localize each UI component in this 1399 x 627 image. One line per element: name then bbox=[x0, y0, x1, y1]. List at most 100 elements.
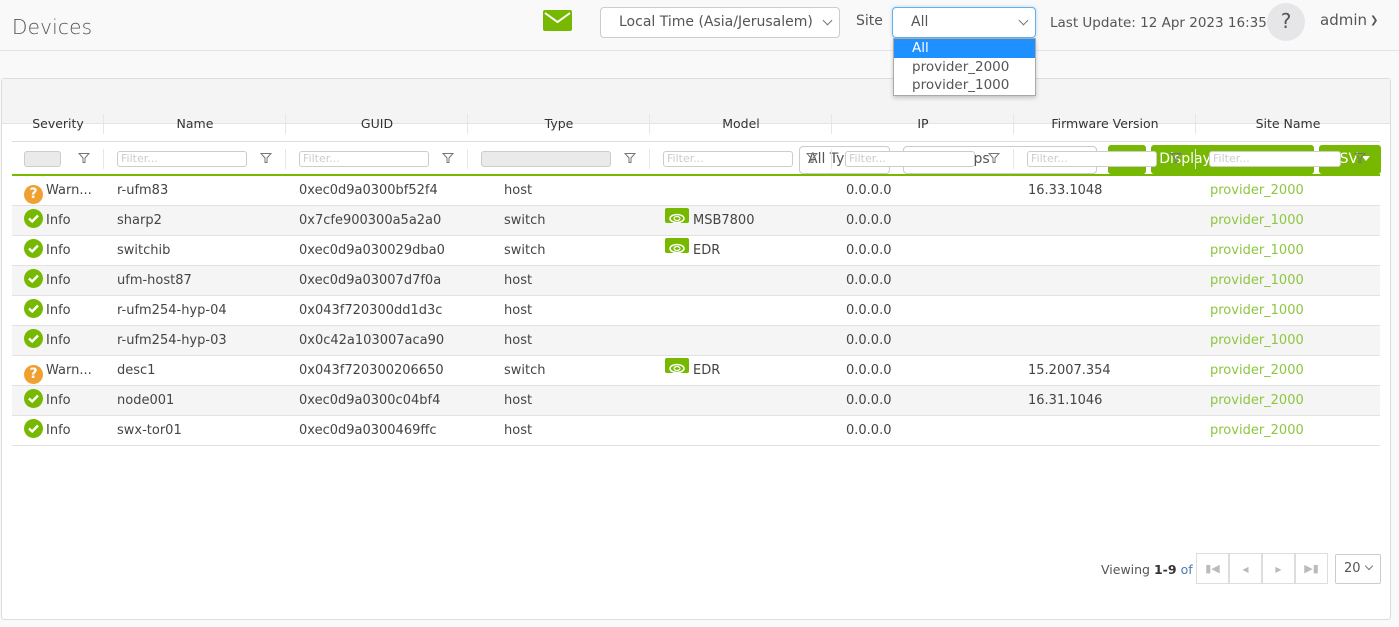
timezone-select[interactable]: Local Time (Asia/Jerusalem) bbox=[600, 7, 840, 38]
site-option[interactable]: All bbox=[894, 39, 1035, 58]
filter-input-guid[interactable]: Filter... bbox=[299, 151, 429, 167]
site-option[interactable]: provider_1000 bbox=[894, 76, 1035, 95]
first-page-button[interactable]: ▮◀ bbox=[1196, 553, 1229, 584]
column-header-type[interactable]: Type bbox=[468, 108, 650, 141]
last-update-text: Last Update: 12 Apr 2023 16:35 bbox=[1050, 15, 1267, 31]
site-label: Site bbox=[856, 13, 883, 29]
cell-severity: Info bbox=[24, 386, 71, 415]
filter-cell-type bbox=[468, 142, 650, 174]
cell-ip: 0.0.0.0 bbox=[846, 243, 892, 258]
column-header-label: Type bbox=[544, 116, 574, 131]
cell-severity: Info bbox=[24, 206, 71, 235]
filter-input-name[interactable]: Filter... bbox=[117, 151, 247, 167]
devices-table: Severity Name GUID Type Model IP Firmware Vers… bbox=[12, 108, 1380, 446]
filter-input-model[interactable]: Filter... bbox=[663, 151, 793, 167]
cell-guid: 0xec0d9a030029dba0 bbox=[299, 243, 445, 258]
column-header-site[interactable]: Site Name bbox=[1196, 108, 1380, 141]
column-header-model[interactable]: Model bbox=[650, 108, 832, 141]
last-page-icon: ▶▮ bbox=[1304, 562, 1319, 575]
filter-input-type[interactable] bbox=[481, 151, 611, 167]
cell-site[interactable]: provider_2000 bbox=[1210, 416, 1304, 445]
table-row[interactable]: Info switchib 0xec0d9a030029dba0 switch EDR 0… bbox=[12, 236, 1380, 266]
cell-site[interactable]: provider_1000 bbox=[1210, 266, 1304, 295]
cell-type: switch bbox=[504, 243, 546, 258]
table-row[interactable]: Info ufm-host87 0xec0d9a03007d7f0a host 0.0.… bbox=[12, 266, 1380, 296]
cell-type: host bbox=[504, 183, 533, 198]
cell-site[interactable]: provider_1000 bbox=[1210, 236, 1304, 265]
page-size-value: 20 bbox=[1344, 561, 1361, 576]
site-select[interactable]: All bbox=[892, 7, 1036, 38]
prev-page-button[interactable]: ◀ bbox=[1229, 553, 1262, 584]
cell-ip: 0.0.0.0 bbox=[846, 423, 892, 438]
filter-cell-model: Filter... bbox=[650, 142, 832, 174]
cell-name: swx-tor01 bbox=[117, 423, 182, 438]
filter-icon[interactable] bbox=[1169, 152, 1183, 164]
filter-icon[interactable] bbox=[259, 152, 273, 164]
envelope-icon[interactable] bbox=[543, 10, 572, 31]
cell-severity: ? Warn... bbox=[24, 356, 92, 385]
filter-input-ip[interactable]: Filter... bbox=[845, 151, 975, 167]
next-page-button[interactable]: ▶ bbox=[1262, 553, 1295, 584]
column-header-label: GUID bbox=[360, 116, 394, 131]
check-circle-icon bbox=[24, 299, 43, 318]
nvidia-logo-icon bbox=[665, 208, 689, 224]
question-circle-icon: ? bbox=[24, 185, 43, 204]
check-circle-icon bbox=[24, 419, 43, 438]
cell-firmware: 16.31.1046 bbox=[1028, 393, 1103, 408]
filter-icon[interactable] bbox=[441, 152, 455, 164]
filter-input-site[interactable]: Filter... bbox=[1209, 151, 1341, 167]
column-header-name[interactable]: Name bbox=[104, 108, 286, 141]
cell-guid: 0x043f720300dd1d3c bbox=[299, 303, 443, 318]
cell-site[interactable]: provider_1000 bbox=[1210, 326, 1304, 355]
cell-site[interactable]: provider_2000 bbox=[1210, 356, 1304, 385]
cell-site[interactable]: provider_2000 bbox=[1210, 176, 1304, 205]
column-header-firmware[interactable]: Firmware Version bbox=[1014, 108, 1196, 141]
column-header-severity[interactable]: Severity bbox=[12, 108, 104, 141]
help-button[interactable]: ? bbox=[1267, 3, 1305, 41]
cell-firmware: 16.33.1048 bbox=[1028, 183, 1103, 198]
cell-guid: 0xec0d9a03007d7f0a bbox=[299, 273, 442, 288]
cell-severity: Info bbox=[24, 326, 71, 355]
page-size-select[interactable]: 20 bbox=[1335, 554, 1381, 584]
check-circle-icon bbox=[24, 329, 43, 348]
cell-ip: 0.0.0.0 bbox=[846, 213, 892, 228]
table-row[interactable]: Info r-ufm254-hyp-03 0x0c42a103007aca90 hos… bbox=[12, 326, 1380, 356]
cell-ip: 0.0.0.0 bbox=[846, 303, 892, 318]
nvidia-logo-icon bbox=[665, 358, 689, 374]
cell-type: host bbox=[504, 423, 533, 438]
filter-icon[interactable] bbox=[987, 152, 1001, 164]
filter-input-firmware[interactable]: Filter... bbox=[1027, 151, 1157, 167]
table-row[interactable]: ? Warn... desc1 0x043f720300206650 switch EDR… bbox=[12, 356, 1380, 386]
viewing-range: 1-9 bbox=[1153, 562, 1177, 577]
last-page-button[interactable]: ▶▮ bbox=[1295, 553, 1328, 584]
cell-name: r-ufm254-hyp-04 bbox=[117, 303, 227, 318]
table-row[interactable]: ? Warn... r-ufm83 0xec0d9a0300bf52f4 host 0.0… bbox=[12, 176, 1380, 206]
cell-site[interactable]: provider_1000 bbox=[1210, 206, 1304, 235]
filter-icon[interactable] bbox=[623, 152, 637, 164]
table-row[interactable]: Info r-ufm254-hyp-04 0x043f720300dd1d3c hos… bbox=[12, 296, 1380, 326]
cell-name: switchib bbox=[117, 243, 171, 258]
filter-cell-severity bbox=[12, 142, 104, 174]
cell-model: MSB7800 bbox=[665, 206, 754, 235]
cell-site[interactable]: provider_2000 bbox=[1210, 386, 1304, 415]
severity-label: Warn... bbox=[46, 363, 92, 378]
user-menu[interactable]: admin ❯ bbox=[1320, 11, 1378, 29]
cell-guid: 0xec0d9a0300c04bf4 bbox=[299, 393, 441, 408]
cell-severity: ? Warn... bbox=[24, 176, 92, 205]
table-row[interactable]: Info sharp2 0x7cfe900300a5a2a0 switch MSB780… bbox=[12, 206, 1380, 236]
column-header-guid[interactable]: GUID bbox=[286, 108, 468, 141]
filter-icon[interactable] bbox=[1353, 152, 1367, 164]
column-header-ip[interactable]: IP bbox=[832, 108, 1014, 141]
filter-icon[interactable] bbox=[805, 152, 819, 164]
filter-input-severity[interactable] bbox=[24, 151, 61, 167]
cell-model: EDR bbox=[665, 356, 720, 385]
check-circle-icon bbox=[24, 209, 43, 228]
site-option[interactable]: provider_2000 bbox=[894, 58, 1035, 77]
table-row[interactable]: Info node001 0xec0d9a0300c04bf4 host 0.0.0.0… bbox=[12, 386, 1380, 416]
filter-cell-guid: Filter... bbox=[286, 142, 468, 174]
filter-icon[interactable] bbox=[77, 152, 91, 164]
cell-type: host bbox=[504, 393, 533, 408]
cell-site[interactable]: provider_1000 bbox=[1210, 296, 1304, 325]
table-row[interactable]: Info swx-tor01 0xec0d9a0300469ffc host 0.0.0… bbox=[12, 416, 1380, 446]
page-title: Devices bbox=[12, 15, 93, 39]
